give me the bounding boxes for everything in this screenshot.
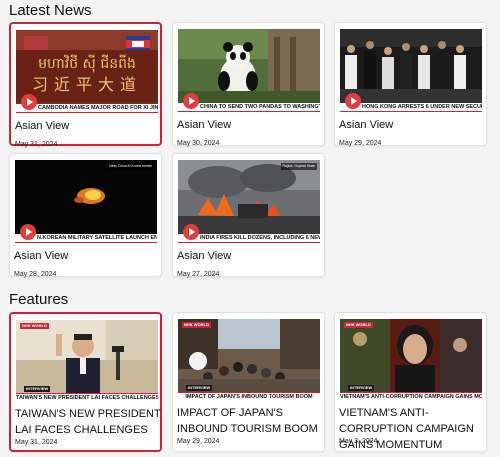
card-title: Asian View [339, 119, 394, 131]
thumbnail: NHK WORLD INTERVIEW VIETNAM'S ANTI-CORRU… [340, 319, 482, 402]
nhk-world-badge: NHK WORLD [20, 323, 49, 329]
card-title: Impact of Japan's Inbound Tourism Boom [177, 407, 318, 435]
video-caption: HONG KONG ARRESTS 6 UNDER NEW SECURITY L… [340, 103, 482, 112]
play-icon[interactable] [183, 224, 199, 240]
card-date: May 29, 2024 [339, 140, 382, 147]
thumbnail: HONG KONG ARRESTS 6 UNDER NEW SECURITY L… [340, 29, 482, 112]
feature-card-taiwan[interactable]: NHK WORLD INTERVIEW TAIWAN'S NEW PRESIDE… [9, 312, 162, 452]
feature-card-japan-tourism[interactable]: NHK WORLD INTERVIEW IMPACT OF JAPAN'S IN… [172, 312, 325, 452]
location-tag: Near China-N.Korea border [107, 163, 154, 170]
play-icon[interactable] [21, 94, 37, 110]
card-date: May 31, 2024 [15, 141, 58, 148]
card-date: May 3, 2024 [339, 438, 378, 445]
card-title: Asian View [15, 120, 70, 132]
thumbnail: មហាវិថី ស៊ី ជីនពីង 习近平大道 CAMBODIA NAMES … [16, 30, 158, 113]
feature-card-vietnam[interactable]: NHK WORLD INTERVIEW VIETNAM'S ANTI-CORRU… [334, 312, 487, 452]
interview-badge: INTERVIEW [24, 386, 51, 392]
thumbnail: CHINA TO SEND TWO PANDAS TO WASHINGTON Z… [178, 29, 320, 112]
video-caption: IMPACT OF JAPAN'S INBOUND TOURISM BOOM [178, 392, 320, 402]
news-card-north-korea[interactable]: Near China-N.Korea border N.KOREAN MILIT… [9, 153, 162, 278]
thumbnail: NHK WORLD INTERVIEW TAIWAN'S NEW PRESIDE… [16, 320, 158, 403]
card-date: May 27, 2024 [177, 271, 220, 278]
road-sign-image: មហាវិថី ស៊ី ជីនពីង 习近平大道 [16, 30, 158, 113]
news-card-hong-kong[interactable]: HONG KONG ARRESTS 6 UNDER NEW SECURITY L… [334, 22, 487, 147]
nhk-world-badge: NHK WORLD [182, 322, 211, 328]
card-title: Asian View [177, 250, 232, 262]
video-caption: VIETNAM'S ANTI-CORRUPTION CAMPAIGN GAINS… [340, 392, 482, 402]
video-caption: CAMBODIA NAMES MAJOR ROAD FOR XI JINPING [16, 104, 158, 113]
card-date: May 29, 2024 [177, 438, 220, 445]
location-tag: Rajkot, Gujarat State [280, 163, 317, 170]
features-heading: Features [9, 291, 69, 308]
fire-image [178, 160, 320, 243]
card-title: Vietnam's Anti-Corruption Campaign Gains… [339, 407, 474, 451]
play-icon[interactable] [20, 224, 36, 240]
interview-badge: INTERVIEW [186, 385, 213, 391]
svg-text:习近平大道: 习近平大道 [32, 75, 142, 94]
interview-badge: INTERVIEW [348, 385, 375, 391]
card-date: May 28, 2024 [14, 271, 57, 278]
thumbnail: Near China-N.Korea border N.KOREAN MILIT… [15, 160, 157, 243]
video-caption: CHINA TO SEND TWO PANDAS TO WASHINGTON Z… [178, 103, 320, 112]
thumbnail: Rajkot, Gujarat State INDIA FIRES KILL D… [178, 160, 320, 243]
card-date: May 31, 2024 [15, 439, 58, 446]
card-title: Taiwan's New President Lai Faces Challen… [15, 408, 161, 436]
card-date: May 30, 2024 [177, 140, 220, 147]
news-card-india-fires[interactable]: Rajkot, Gujarat State INDIA FIRES KILL D… [172, 153, 325, 278]
explosion-image [15, 160, 157, 243]
nhk-world-badge: NHK WORLD [344, 322, 373, 328]
video-caption: TAIWAN'S NEW PRESIDENT LAI FACES CHALLEN… [16, 393, 158, 403]
news-card-cambodia[interactable]: មហាវិថី ស៊ី ជីនពីង 习近平大道 CAMBODIA NAMES … [9, 22, 162, 148]
card-title: Asian View [14, 250, 69, 262]
play-icon[interactable] [183, 93, 199, 109]
play-icon[interactable] [345, 93, 361, 109]
video-caption: INDIA FIRES KILL DOZENS, INCLUDING 6 NEW… [178, 234, 320, 243]
svg-text:មហាវិថី ស៊ី ជីនពីង: មហាវិថី ស៊ី ជីនពីង [38, 54, 136, 73]
card-title: Asian View [177, 119, 232, 131]
thumbnail: NHK WORLD INTERVIEW IMPACT OF JAPAN'S IN… [178, 319, 320, 402]
latest-news-heading: Latest News [9, 2, 92, 19]
news-card-pandas[interactable]: CHINA TO SEND TWO PANDAS TO WASHINGTON Z… [172, 22, 325, 147]
panda-image [178, 29, 320, 112]
protest-image [340, 29, 482, 112]
video-caption: N.KOREAN MILITARY SATELLITE LAUNCH ENDS … [15, 234, 157, 243]
